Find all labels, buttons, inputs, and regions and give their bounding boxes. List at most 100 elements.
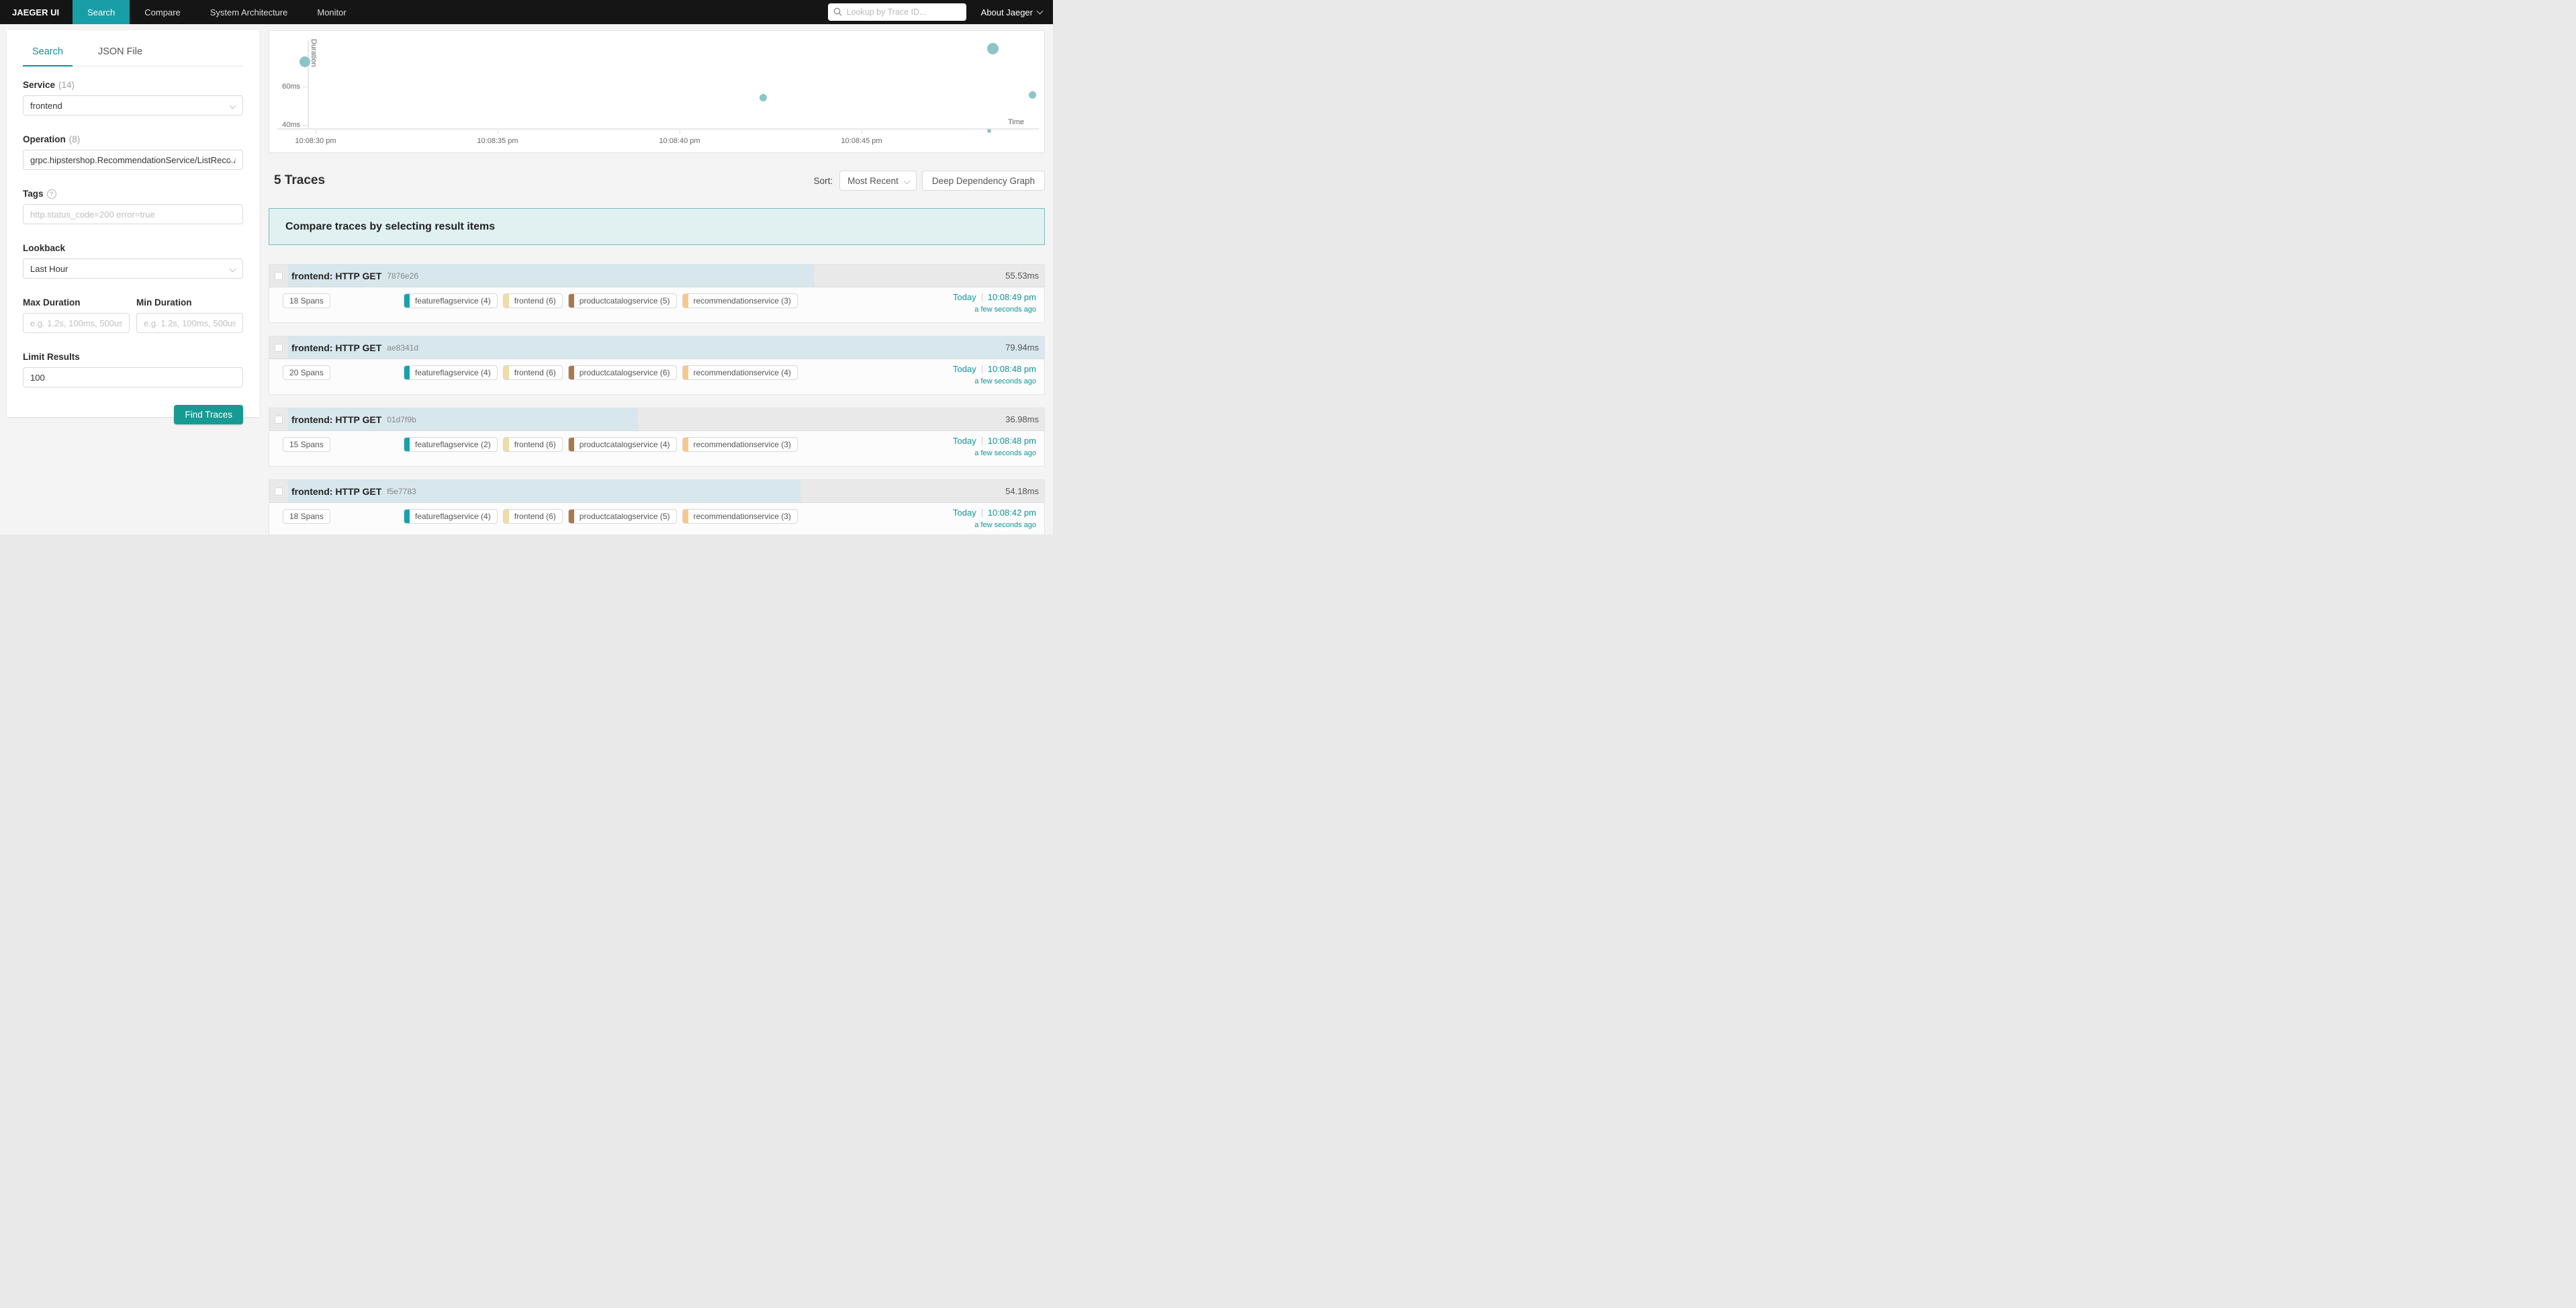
results-header: 5 Traces Sort: Most Recent Deep Dependen…	[269, 153, 1045, 208]
service-color-stripe	[569, 294, 574, 308]
trace-id-input[interactable]	[828, 3, 966, 21]
service-color-stripe	[569, 438, 574, 451]
nav-item-monitor[interactable]: Monitor	[302, 0, 361, 24]
trace-time[interactable]: 10:08:42 pm	[988, 508, 1036, 518]
trace-select-checkbox[interactable]	[275, 272, 283, 280]
trace-select-checkbox[interactable]	[275, 416, 283, 424]
span-count-pill: 20 Spans	[283, 365, 330, 380]
trace-date[interactable]: Today	[953, 436, 976, 446]
min-duration-label: Min Duration	[136, 297, 243, 308]
service-pill-label: featureflagservice (4)	[410, 368, 497, 377]
trace-scatter-point[interactable]	[1029, 91, 1036, 99]
service-color-stripe	[504, 294, 509, 308]
deep-dependency-graph-button[interactable]: Deep Dependency Graph	[922, 171, 1045, 191]
chevron-down-icon	[903, 178, 910, 185]
max-duration-label: Max Duration	[23, 297, 130, 308]
operation-select[interactable]: grpc.hipstershop.RecommendationService/L…	[23, 150, 243, 170]
trace-date[interactable]: Today	[953, 364, 976, 374]
trace-result-card[interactable]: frontend: HTTP GET 01d7f9b 36.98ms 15 Sp…	[269, 408, 1045, 467]
trace-card-body: 15 Spans featureflagservice (2)frontend …	[269, 431, 1044, 467]
y-axis-tick-label: 60ms	[273, 83, 300, 91]
chevron-down-icon	[1037, 8, 1044, 15]
service-pill-label: productcatalogservice (5)	[574, 296, 676, 306]
service-color-stripe	[683, 438, 688, 451]
service-pill: recommendationservice (3)	[682, 509, 798, 524]
compare-banner: Compare traces by selecting result items	[269, 208, 1045, 245]
trace-time[interactable]: 10:08:48 pm	[988, 436, 1036, 446]
max-duration-input[interactable]	[30, 318, 122, 328]
trace-time[interactable]: 10:08:48 pm	[988, 364, 1036, 374]
service-pill-label: featureflagservice (4)	[410, 296, 497, 306]
min-duration-wrap	[136, 313, 243, 333]
limit-results-input[interactable]	[30, 373, 236, 383]
trace-result-card[interactable]: frontend: HTTP GET ae8341d 79.94ms 20 Sp…	[269, 336, 1045, 395]
trace-scatter-point[interactable]	[987, 43, 999, 54]
tags-input-wrap	[23, 204, 243, 224]
trace-result-card[interactable]: frontend: HTTP GET f5e7783 54.18ms 18 Sp…	[269, 479, 1045, 534]
lookback-value: Last Hour	[30, 264, 236, 274]
service-color-stripe	[404, 510, 410, 523]
service-color-stripe	[504, 510, 509, 523]
find-traces-button[interactable]: Find Traces	[174, 405, 243, 424]
trace-card-body: 18 Spans featureflagservice (4)frontend …	[269, 287, 1044, 323]
service-pill-label: frontend (6)	[509, 512, 562, 521]
trace-timestamp: Today10:08:42 pm a few seconds ago	[953, 508, 1036, 529]
tab-json-file[interactable]: JSON File	[89, 40, 152, 66]
lookback-select[interactable]: Last Hour	[23, 259, 243, 279]
trace-title: frontend: HTTP GET	[291, 414, 381, 425]
x-axis-tick-label: 10:08:30 pm	[285, 137, 346, 145]
trace-select-checkbox[interactable]	[275, 487, 283, 496]
trace-card-body: 20 Spans featureflagservice (4)frontend …	[269, 359, 1044, 395]
about-jaeger-menu[interactable]: About Jaeger	[981, 7, 1042, 17]
span-count-pill: 15 Spans	[283, 437, 330, 452]
service-pill-label: featureflagservice (4)	[410, 512, 497, 521]
tab-search[interactable]: Search	[23, 40, 73, 66]
trace-result-list: frontend: HTTP GET 7876e26 55.53ms 18 Sp…	[269, 264, 1045, 534]
trace-card-header: frontend: HTTP GET f5e7783 54.18ms	[269, 480, 1044, 503]
duration-scatter-chart: Duration Time 60ms40ms10:08:30 pm10:08:3…	[269, 30, 1045, 153]
sort-select[interactable]: Most Recent	[839, 171, 917, 191]
trace-time[interactable]: 10:08:49 pm	[988, 292, 1036, 302]
tags-input[interactable]	[30, 209, 236, 220]
trace-relative-time: a few seconds ago	[953, 449, 1036, 457]
trace-id-search[interactable]	[828, 3, 966, 21]
operation-count: (8)	[69, 134, 81, 144]
service-pill-label: recommendationservice (3)	[688, 296, 797, 306]
trace-date[interactable]: Today	[953, 292, 976, 302]
service-pill: featureflagservice (4)	[404, 509, 498, 524]
nav-items: SearchCompareSystem ArchitectureMonitor	[73, 0, 361, 24]
trace-scatter-point[interactable]	[987, 129, 991, 133]
nav-item-search[interactable]: Search	[73, 0, 130, 24]
service-pill: productcatalogservice (6)	[568, 365, 677, 380]
service-value: frontend	[30, 101, 236, 111]
about-jaeger-label: About Jaeger	[981, 7, 1033, 17]
trace-scatter-point[interactable]	[760, 94, 767, 101]
compare-banner-text: Compare traces by selecting result items	[285, 221, 495, 233]
trace-title: frontend: HTTP GET	[291, 486, 381, 497]
help-icon[interactable]: ?	[47, 189, 56, 199]
service-color-stripe	[683, 366, 688, 379]
trace-card-header: frontend: HTTP GET 7876e26 55.53ms	[269, 265, 1044, 287]
service-color-stripe	[683, 294, 688, 308]
trace-select-checkbox[interactable]	[275, 344, 283, 352]
trace-timestamp: Today 10:08:48 pm a few seconds ago	[953, 436, 1036, 457]
service-pill: recommendationservice (3)	[682, 437, 798, 452]
y-axis-tick	[302, 125, 308, 126]
service-pill-label: featureflagservice (2)	[410, 440, 497, 449]
lookback-label: Lookback	[23, 243, 243, 253]
service-select[interactable]: frontend	[23, 95, 243, 115]
trace-card-header: frontend: HTTP GET 01d7f9b 36.98ms	[269, 408, 1044, 431]
nav-item-system-architecture[interactable]: System Architecture	[195, 0, 303, 24]
trace-scatter-point[interactable]	[300, 56, 310, 67]
top-nav: JAEGER UI SearchCompareSystem Architectu…	[0, 0, 1053, 24]
jaeger-search-page: JAEGER UI SearchCompareSystem Architectu…	[0, 0, 1053, 534]
trace-relative-time: a few seconds ago	[953, 377, 1036, 385]
service-pill: featureflagservice (2)	[404, 437, 498, 452]
trace-id: f5e7783	[387, 487, 416, 496]
min-duration-input[interactable]	[144, 318, 236, 328]
service-pill: productcatalogservice (5)	[568, 293, 677, 308]
nav-item-compare[interactable]: Compare	[130, 0, 195, 24]
trace-date[interactable]: Today	[953, 508, 976, 518]
trace-result-card[interactable]: frontend: HTTP GET 7876e26 55.53ms 18 Sp…	[269, 264, 1045, 323]
service-color-stripe	[504, 438, 509, 451]
